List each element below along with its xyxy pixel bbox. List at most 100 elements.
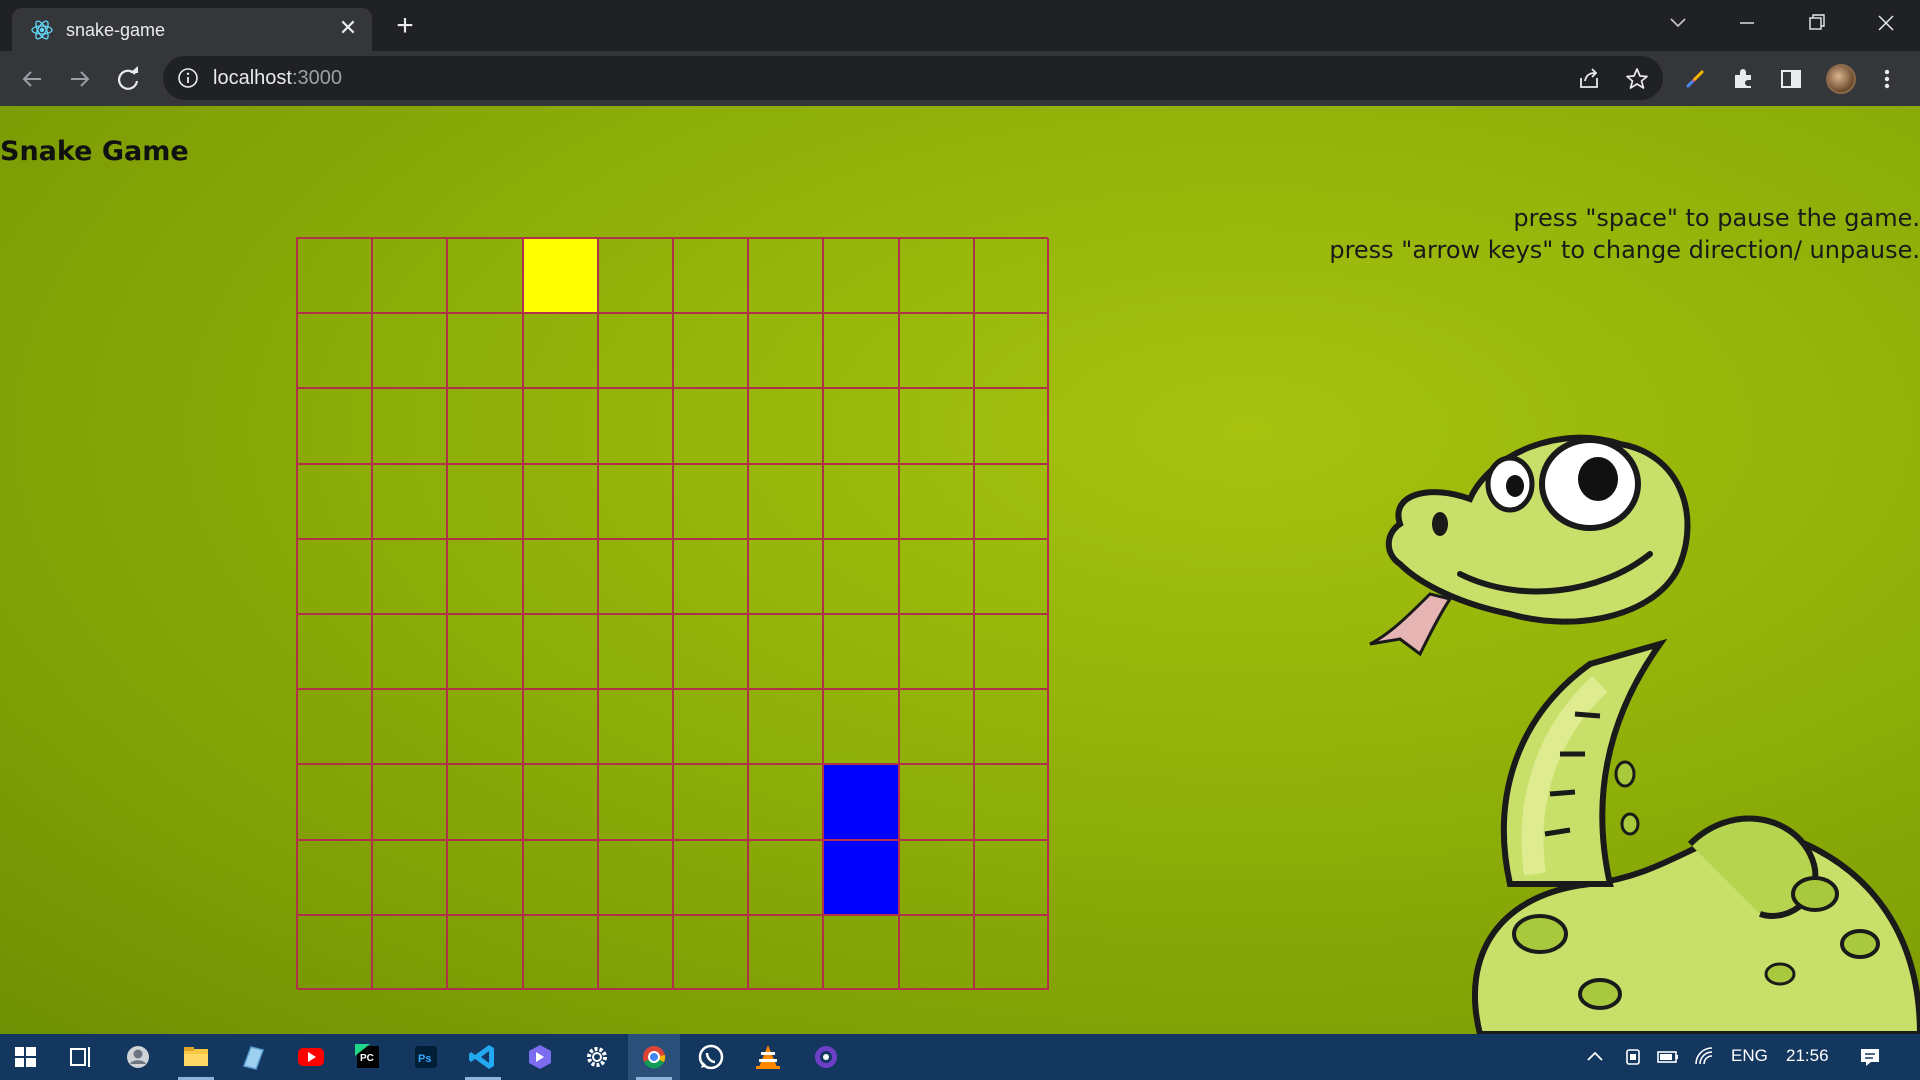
grid-cell — [447, 914, 523, 990]
forward-icon[interactable] — [64, 63, 96, 95]
clock[interactable]: 21:56 — [1786, 1046, 1829, 1066]
photoshop-icon[interactable]: Ps — [400, 1034, 452, 1080]
grid-cell — [748, 388, 824, 464]
tab-search-icon[interactable] — [1658, 8, 1698, 38]
grid-cell — [748, 689, 824, 765]
grid-cell — [372, 764, 448, 840]
grid-cell — [898, 463, 974, 539]
close-tab-icon[interactable]: ✕ — [336, 17, 360, 41]
notes-icon[interactable] — [227, 1034, 279, 1080]
grid-cell — [522, 313, 598, 389]
grid-cell — [447, 388, 523, 464]
wifi-icon[interactable] — [1692, 1044, 1718, 1070]
new-tab-button[interactable]: + — [390, 11, 420, 41]
grid-cell — [672, 689, 749, 765]
grid-cell — [297, 839, 373, 915]
grid-cell — [522, 463, 598, 539]
grid-cell — [297, 313, 373, 389]
grid-cell — [297, 388, 373, 464]
pycharm-icon[interactable]: PC — [342, 1034, 394, 1080]
chrome-icon[interactable] — [628, 1034, 680, 1080]
grid-cell — [597, 538, 673, 614]
grid-cell — [522, 914, 598, 990]
bookmark-star-icon[interactable] — [1624, 66, 1650, 92]
address-bar[interactable]: localhost:3000 — [163, 56, 1663, 100]
menu-kebab-icon[interactable] — [1872, 64, 1902, 94]
grid-cell — [372, 839, 448, 915]
tab-title: snake-game — [66, 20, 166, 40]
grid-cell — [973, 764, 1049, 840]
grid-cell — [823, 689, 899, 765]
grid-cell — [372, 313, 448, 389]
grid-cell — [672, 839, 749, 915]
snake-mascot-image — [1369, 434, 1920, 1034]
share-icon[interactable] — [1576, 66, 1602, 92]
people-icon[interactable] — [112, 1034, 164, 1080]
extensions-puzzle-icon[interactable] — [1728, 64, 1758, 94]
page-content: Snake Game press "space" to pause the ga… — [0, 106, 1920, 1034]
side-panel-icon[interactable] — [1776, 64, 1806, 94]
grid-cell — [447, 764, 523, 840]
grid-cell — [447, 839, 523, 915]
grid-cell — [522, 764, 598, 840]
notification-icon[interactable] — [1857, 1044, 1883, 1070]
app-icon[interactable] — [514, 1034, 566, 1080]
grid-cell — [672, 388, 749, 464]
browser-tab[interactable]: snake-game ✕ — [12, 8, 372, 51]
back-icon[interactable] — [16, 63, 48, 95]
language-indicator[interactable]: ENG — [1731, 1046, 1768, 1066]
windows-taskbar: PC Ps ENG 21:56 — [0, 1034, 1920, 1080]
battery-icon[interactable] — [1655, 1044, 1681, 1070]
file-explorer-icon[interactable] — [170, 1034, 222, 1080]
grid-cell — [973, 463, 1049, 539]
minimize-button[interactable] — [1727, 8, 1767, 38]
grid-cell — [447, 463, 523, 539]
grid-cell — [748, 538, 824, 614]
grid-cell — [672, 238, 749, 314]
start-icon[interactable] — [0, 1034, 52, 1080]
grid-cell — [973, 914, 1049, 990]
vscode-icon[interactable] — [457, 1034, 509, 1080]
settings-icon[interactable] — [571, 1034, 623, 1080]
grid-cell — [898, 238, 974, 314]
page-title: Snake Game — [0, 136, 189, 167]
grid-cell — [597, 238, 673, 314]
grid-cell — [973, 613, 1049, 690]
github-icon[interactable] — [800, 1034, 852, 1080]
grid-cell — [672, 463, 749, 539]
grid-cell — [748, 463, 824, 539]
grid-cell — [973, 839, 1049, 915]
grid-cell — [372, 388, 448, 464]
reload-icon[interactable] — [112, 63, 144, 95]
grid-cell — [522, 613, 598, 690]
chevron-up-icon[interactable] — [1582, 1044, 1608, 1070]
whatsapp-icon[interactable] — [685, 1034, 737, 1080]
grid-cell — [748, 839, 824, 915]
grid-cell — [973, 689, 1049, 765]
close-window-button[interactable] — [1866, 8, 1906, 38]
grid-cell — [672, 538, 749, 614]
extension-pen-icon[interactable] — [1680, 64, 1710, 94]
grid-cell — [522, 689, 598, 765]
grid-cell — [672, 764, 749, 840]
restore-button[interactable] — [1796, 8, 1836, 38]
grid-cell — [522, 538, 598, 614]
task-view-icon[interactable] — [55, 1034, 107, 1080]
site-info-icon[interactable] — [177, 67, 199, 89]
grid-cell — [898, 914, 974, 990]
grid-cell — [973, 238, 1049, 314]
grid-cell — [297, 613, 373, 690]
vlc-icon[interactable] — [742, 1034, 794, 1080]
grid-cell — [447, 613, 523, 690]
grid-cell — [748, 764, 824, 840]
device-icon[interactable] — [1620, 1044, 1646, 1070]
profile-avatar[interactable] — [1826, 64, 1856, 94]
youtube-icon[interactable] — [285, 1034, 337, 1080]
game-board[interactable] — [296, 237, 1049, 990]
svg-text:PC: PC — [360, 1053, 374, 1064]
grid-cell — [372, 538, 448, 614]
pause-instruction: press "space" to pause the game. — [1513, 204, 1920, 232]
grid-cell — [372, 613, 448, 690]
grid-cell — [973, 388, 1049, 464]
grid-cell — [297, 463, 373, 539]
